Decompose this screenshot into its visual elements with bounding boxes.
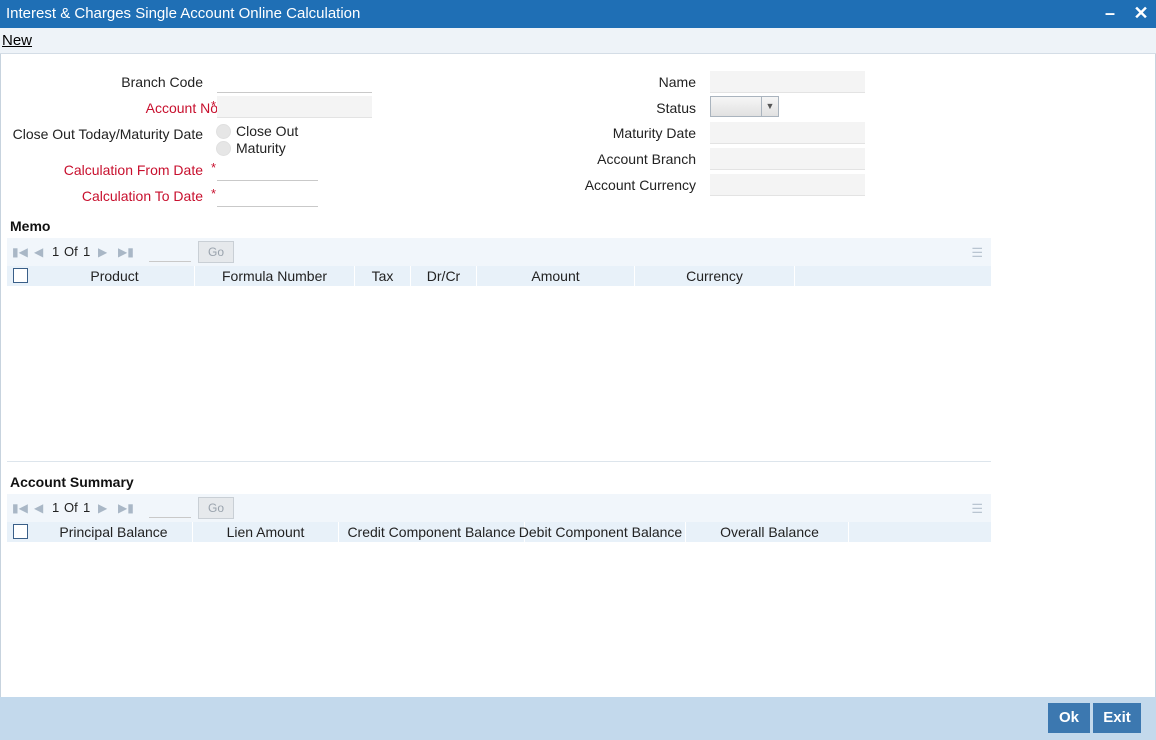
last-page-icon[interactable]: ▶▮ bbox=[118, 245, 134, 259]
status-label: Status bbox=[656, 100, 696, 116]
status-select[interactable]: ▼ bbox=[710, 96, 779, 117]
column-header[interactable]: Formula Number bbox=[195, 266, 355, 286]
page-number: 1 bbox=[52, 244, 60, 259]
last-page-icon[interactable]: ▶▮ bbox=[118, 501, 134, 515]
window-title: Interest & Charges Single Account Online… bbox=[6, 5, 361, 22]
close-out-label: Close Out Today/Maturity Date bbox=[12, 126, 203, 142]
maturity-date-input[interactable] bbox=[710, 122, 865, 144]
summary-pager: ▮◀ ◀ 1 Of 1 ▶ ▶▮ Go ☰ bbox=[7, 494, 991, 522]
column-header[interactable]: Amount bbox=[477, 266, 635, 286]
calc-to-input[interactable] bbox=[217, 185, 318, 207]
column-header[interactable]: Principal Balance bbox=[35, 522, 193, 542]
column-menu-icon[interactable]: ☰ bbox=[971, 501, 983, 517]
summary-grid-header: Principal Balance Lien Amount Credit Com… bbox=[7, 522, 991, 542]
account-currency-label: Account Currency bbox=[584, 177, 696, 193]
maturity-radio[interactable] bbox=[216, 141, 231, 156]
branch-code-input[interactable] bbox=[217, 71, 372, 93]
close-out-option-label: Close Out bbox=[236, 123, 299, 139]
column-header[interactable]: Credit Component Balance bbox=[339, 522, 525, 542]
section-divider bbox=[7, 461, 991, 462]
required-marker: * bbox=[211, 186, 217, 201]
account-branch-input[interactable] bbox=[710, 148, 865, 170]
exit-button[interactable]: Exit bbox=[1093, 703, 1141, 733]
column-header[interactable]: Dr/Cr bbox=[411, 266, 477, 286]
account-no-input[interactable] bbox=[217, 96, 372, 118]
column-header[interactable]: Currency bbox=[635, 266, 795, 286]
footer-bar: Ok Exit bbox=[0, 697, 1156, 740]
column-header[interactable]: Overall Balance bbox=[691, 522, 849, 542]
name-label: Name bbox=[658, 74, 696, 90]
prev-page-icon[interactable]: ◀ bbox=[34, 501, 43, 515]
page-number: 1 bbox=[52, 500, 60, 515]
account-currency-input[interactable] bbox=[710, 174, 865, 196]
memo-grid-header: Product Formula Number Tax Dr/Cr Amount … bbox=[7, 266, 991, 286]
column-header[interactable]: Debit Component Balance bbox=[516, 522, 686, 542]
account-summary-title: Account Summary bbox=[10, 474, 134, 490]
of-label: Of bbox=[64, 500, 78, 515]
page-input[interactable] bbox=[149, 244, 191, 262]
name-input[interactable] bbox=[710, 71, 865, 93]
prev-page-icon[interactable]: ◀ bbox=[34, 245, 43, 259]
select-all-checkbox[interactable] bbox=[13, 524, 28, 539]
go-button[interactable]: Go bbox=[198, 241, 234, 263]
memo-title: Memo bbox=[10, 218, 51, 234]
calc-from-label: Calculation From Date bbox=[63, 162, 203, 178]
title-bar: Interest & Charges Single Account Online… bbox=[0, 0, 1156, 28]
close-icon[interactable]: ✕ bbox=[1130, 2, 1152, 24]
account-no-label: Account No bbox=[145, 100, 218, 116]
form-window: Branch Code Account No * Close Out Today… bbox=[0, 54, 1156, 697]
memo-pager: ▮◀ ◀ 1 Of 1 ▶ ▶▮ Go ☰ bbox=[7, 238, 991, 266]
maturity-date-label: Maturity Date bbox=[612, 125, 696, 141]
minimize-icon[interactable]: – bbox=[1099, 2, 1121, 24]
first-page-icon[interactable]: ▮◀ bbox=[12, 501, 28, 515]
of-label: Of bbox=[64, 244, 78, 259]
menu-bar: New bbox=[0, 28, 1156, 54]
next-page-icon[interactable]: ▶ bbox=[98, 501, 107, 515]
go-button[interactable]: Go bbox=[198, 497, 234, 519]
first-page-icon[interactable]: ▮◀ bbox=[12, 245, 28, 259]
required-marker: * bbox=[211, 160, 217, 175]
new-link[interactable]: New bbox=[2, 32, 32, 49]
column-header[interactable]: Lien Amount bbox=[193, 522, 339, 542]
column-header[interactable]: Tax bbox=[355, 266, 411, 286]
chevron-down-icon: ▼ bbox=[761, 97, 778, 116]
column-menu-icon[interactable]: ☰ bbox=[971, 245, 983, 261]
required-marker: * bbox=[211, 98, 217, 113]
calc-to-label: Calculation To Date bbox=[81, 188, 203, 204]
ok-button[interactable]: Ok bbox=[1048, 703, 1090, 733]
branch-code-label: Branch Code bbox=[121, 74, 203, 90]
column-header[interactable]: Product bbox=[35, 266, 195, 286]
calc-from-input[interactable] bbox=[217, 159, 318, 181]
page-total: 1 bbox=[83, 244, 91, 259]
maturity-option-label: Maturity bbox=[236, 140, 286, 156]
page-input[interactable] bbox=[149, 500, 191, 518]
close-out-radio[interactable] bbox=[216, 124, 231, 139]
next-page-icon[interactable]: ▶ bbox=[98, 245, 107, 259]
account-branch-label: Account Branch bbox=[597, 151, 696, 167]
page-total: 1 bbox=[83, 500, 91, 515]
select-all-checkbox[interactable] bbox=[13, 268, 28, 283]
